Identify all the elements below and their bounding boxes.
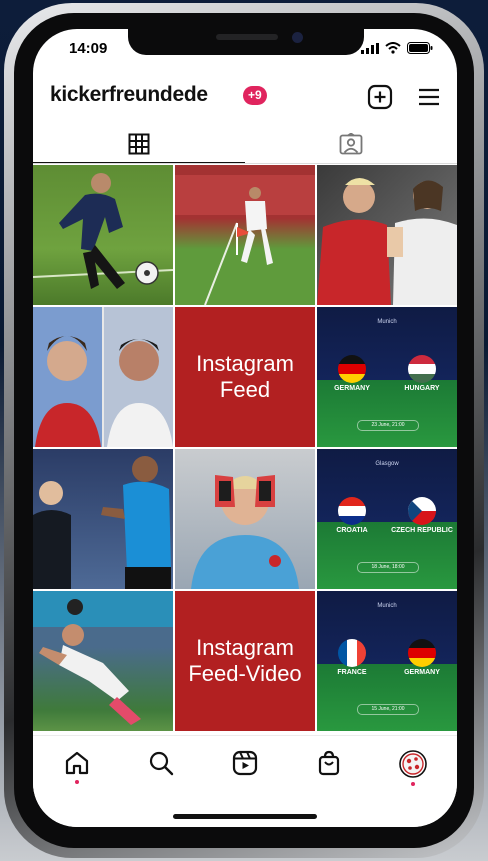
app-screen: 14:09 kickerfreundede +9 Instagram Feed … — [33, 29, 457, 827]
hamburger-menu-icon[interactable] — [416, 84, 442, 110]
post-coach-kick[interactable] — [33, 165, 173, 305]
home-indicator — [173, 814, 317, 819]
post-players-confront[interactable] — [317, 165, 457, 305]
home-active-dot — [75, 780, 79, 784]
post-corner-kick[interactable] — [175, 165, 315, 305]
confrontation-illustration — [317, 178, 457, 305]
battery-icon — [407, 42, 433, 54]
search-icon — [149, 751, 174, 776]
wifi-icon — [385, 42, 401, 54]
nav-shop[interactable] — [307, 750, 351, 786]
goalkeeper-illustration — [191, 475, 299, 589]
match-city: Munich — [377, 319, 397, 325]
nav-home[interactable] — [55, 750, 99, 786]
germany-flag-icon — [338, 355, 366, 383]
shopping-bag-icon — [318, 750, 340, 776]
coach-photo-illustration — [33, 173, 173, 289]
portraits-illustration — [33, 307, 173, 447]
kneeling-player-illustration — [33, 591, 173, 725]
grid-icon — [128, 133, 150, 155]
tab-posts-grid[interactable] — [33, 125, 245, 163]
posts-grid: Instagram Feed Munich GERMANY HUNGARY 23… — [33, 165, 457, 735]
profile-avatar-icon — [399, 750, 427, 778]
nav-search[interactable] — [139, 750, 183, 786]
speaker-grille — [216, 34, 278, 40]
notification-badge[interactable]: +9 — [243, 86, 267, 105]
profile-tabs — [33, 125, 457, 164]
tab-divider — [33, 163, 457, 164]
referee-illustration — [33, 456, 171, 589]
croatia-flag-icon — [338, 497, 366, 525]
bottom-navigation — [33, 735, 457, 827]
match-date: 18 June, 18:00 — [357, 562, 419, 573]
post-label-feed: Instagram Feed — [196, 351, 294, 402]
profile-active-dot — [411, 782, 415, 786]
match-date: 15 June, 21:00 — [357, 704, 419, 715]
home-icon — [65, 751, 89, 775]
hungary-flag-icon — [408, 355, 436, 383]
post-goalkeeper[interactable] — [175, 449, 315, 589]
plus-square-icon[interactable] — [367, 84, 393, 110]
post-match-croatia-czech[interactable]: Glasgow CROATIA CZECH REPUBLIC 18 June, … — [317, 449, 457, 589]
post-match-france-germany[interactable]: Munich FRANCE GERMANY 15 June, 21:00 — [317, 591, 457, 731]
nav-reels[interactable] — [223, 750, 267, 786]
germany-flag-icon — [408, 639, 436, 667]
match-home-team: FRANCE — [337, 669, 367, 676]
profile-username[interactable]: kickerfreundede — [50, 83, 208, 107]
match-date: 23 June, 21:00 — [357, 420, 419, 431]
nav-profile[interactable] — [391, 750, 435, 786]
tab-tagged[interactable] — [245, 125, 457, 163]
france-flag-icon — [338, 639, 366, 667]
status-time: 14:09 — [69, 40, 108, 57]
czech-flag-icon — [408, 497, 436, 525]
status-icons — [361, 42, 433, 54]
match-city: Glasgow — [375, 461, 399, 467]
post-label-feed-video: Instagram Feed-Video — [188, 635, 302, 686]
camera-icon — [292, 32, 303, 43]
match-away-team: HUNGARY — [404, 385, 440, 392]
post-instagram-feed-video[interactable]: Instagram Feed-Video — [175, 591, 315, 731]
reels-icon — [232, 750, 258, 776]
match-home-team: CROATIA — [336, 527, 368, 534]
post-instagram-feed[interactable]: Instagram Feed — [175, 307, 315, 447]
post-match-germany-hungary[interactable]: Munich GERMANY HUNGARY 23 June, 21:00 — [317, 307, 457, 447]
match-city: Munich — [377, 603, 397, 609]
match-away-team: GERMANY — [404, 669, 440, 676]
post-player-kneeling[interactable] — [33, 591, 173, 731]
tagged-person-icon — [339, 133, 363, 155]
match-away-team: CZECH REPUBLIC — [391, 527, 453, 534]
signal-icon — [361, 42, 379, 54]
corner-kick-illustration — [175, 175, 315, 305]
notch — [128, 29, 364, 55]
post-two-portraits[interactable] — [33, 307, 173, 447]
profile-header: kickerfreundede +9 — [33, 79, 457, 115]
match-home-team: GERMANY — [334, 385, 370, 392]
post-player-referee[interactable] — [33, 449, 173, 589]
